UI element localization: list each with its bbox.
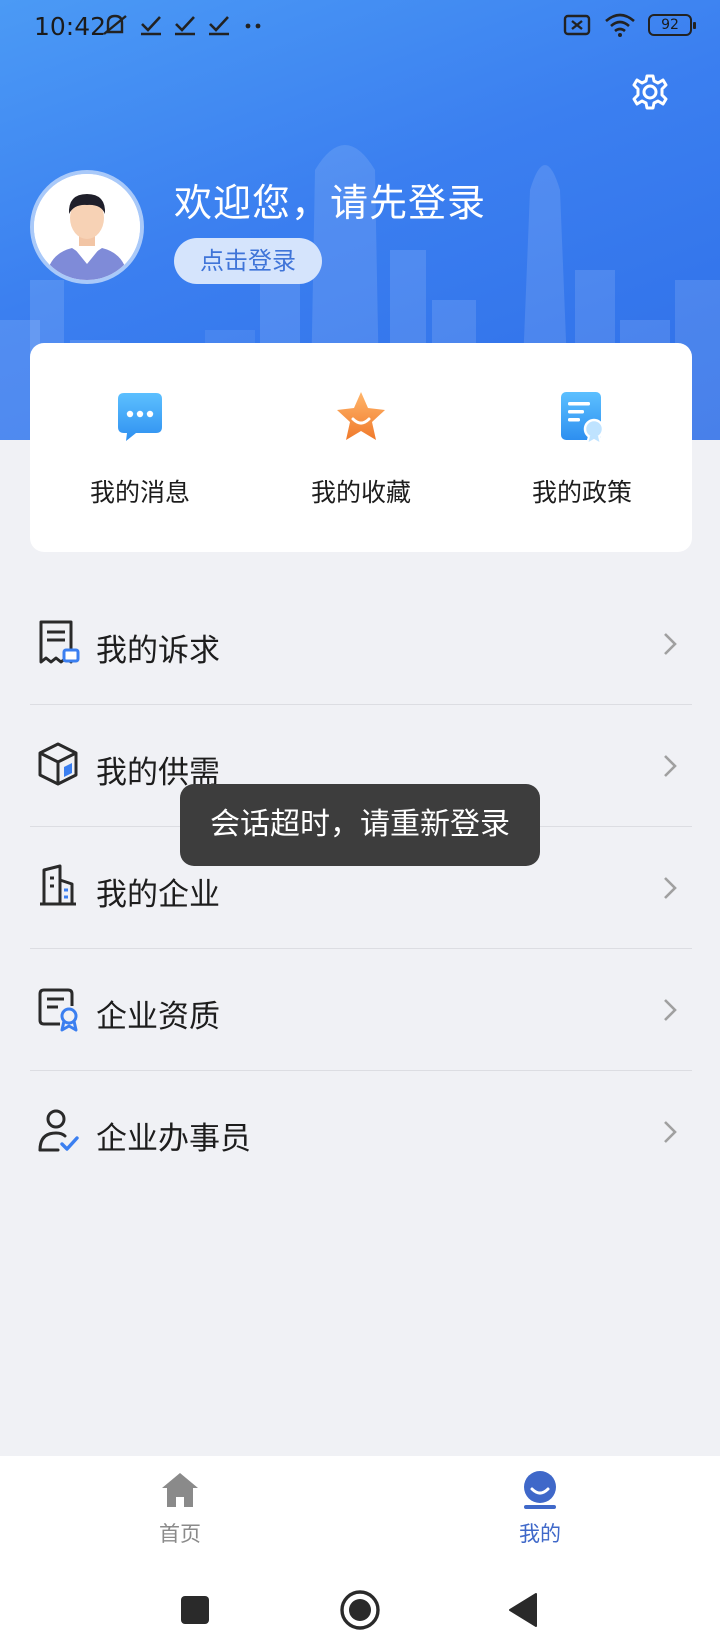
quick-item-policies[interactable]: 我的政策	[482, 343, 682, 552]
nav-tab-mine[interactable]: 我的	[440, 1456, 640, 1568]
profile-icon	[524, 1471, 556, 1509]
quick-item-label: 我的消息	[89, 478, 190, 507]
menu-item-label: 企业办事员	[96, 1121, 251, 1157]
system-navigation-bar	[0, 1568, 720, 1650]
appeal-doc-icon	[39, 620, 80, 664]
avatar-person-image	[34, 174, 140, 280]
building-icon	[40, 864, 76, 906]
quick-item-favorites[interactable]: 我的收藏	[261, 343, 461, 552]
session-timeout-toast: 会话超时，请重新登录	[180, 784, 540, 866]
certificate-icon	[38, 988, 78, 1032]
chevron-right-icon	[664, 877, 677, 899]
nav-tab-label: 我的	[519, 1522, 561, 1546]
quick-item-label: 我的政策	[531, 478, 632, 507]
menu-list: 我的诉求 我的供需 我的企业 企业资质 企业办事员	[30, 583, 692, 1193]
wifi-icon	[605, 13, 635, 37]
user-check-icon	[38, 1109, 79, 1152]
menu-item-qualification[interactable]: 企业资质	[30, 949, 692, 1071]
box-icon	[38, 742, 78, 786]
menu-item-appeals[interactable]: 我的诉求	[30, 583, 692, 705]
recent-apps-icon[interactable]	[173, 1588, 217, 1632]
check-icon	[175, 16, 195, 36]
star-icon	[337, 392, 385, 440]
check-icon	[141, 16, 161, 36]
mute-bell-icon	[103, 14, 127, 35]
login-button[interactable]: 点击登录	[174, 238, 322, 284]
status-system-icons: 92	[562, 12, 696, 38]
back-triangle-icon[interactable]	[502, 1588, 546, 1632]
menu-item-label: 我的诉求	[96, 633, 220, 669]
menu-item-agents[interactable]: 企业办事员	[30, 1071, 692, 1193]
settings-gear-icon[interactable]	[630, 72, 670, 112]
menu-item-label: 我的企业	[96, 877, 220, 913]
quick-item-messages[interactable]: 我的消息	[40, 343, 240, 552]
menu-item-label: 企业资质	[96, 999, 220, 1035]
chevron-right-icon	[664, 633, 677, 655]
welcome-text: 欢迎您，请先登录	[174, 181, 487, 225]
home-circle-icon[interactable]	[338, 1588, 382, 1632]
nav-tab-label: 首页	[159, 1522, 201, 1546]
message-icon	[118, 393, 162, 441]
bottom-navigation: 首页 我的	[0, 1456, 720, 1568]
user-avatar[interactable]	[30, 170, 144, 284]
no-sim-icon	[563, 14, 591, 36]
quick-actions-card: 我的消息 我的收藏 我的政策	[30, 343, 692, 552]
policy-doc-icon	[561, 392, 605, 445]
home-icon	[162, 1473, 198, 1507]
quick-item-label: 我的收藏	[310, 478, 411, 507]
nav-tab-home[interactable]: 首页	[80, 1456, 280, 1568]
status-bar: 10:42 92	[0, 0, 720, 56]
battery-indicator: 92	[648, 14, 696, 36]
status-notification-icons	[100, 12, 266, 38]
chevron-right-icon	[664, 999, 677, 1021]
more-dots-icon	[245, 23, 261, 29]
status-time: 10:42	[34, 12, 107, 41]
check-icon	[209, 16, 229, 36]
chevron-right-icon	[664, 1121, 677, 1143]
chevron-right-icon	[664, 755, 677, 777]
